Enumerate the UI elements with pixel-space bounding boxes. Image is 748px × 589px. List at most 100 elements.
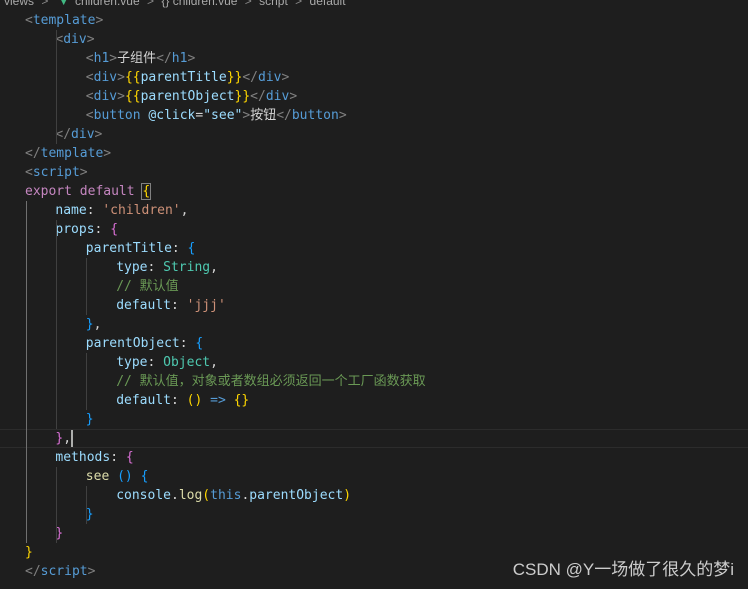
code-line[interactable]: see () {: [0, 467, 748, 486]
code-line[interactable]: }: [0, 410, 748, 429]
code-token: default: [79, 184, 135, 199]
code-line[interactable]: name: 'children',: [0, 201, 748, 220]
code-line[interactable]: <div>{{parentObject}}</div>: [0, 87, 748, 106]
code-line[interactable]: default: 'jjj': [0, 296, 748, 315]
code-token: default: [116, 393, 171, 408]
code-line[interactable]: type: Object,: [0, 353, 748, 372]
code-line[interactable]: <h1>子组件</h1>: [0, 49, 748, 68]
code-editor[interactable]: <template> <div> <h1>子组件</h1> <div>{{parent…: [0, 10, 748, 589]
code-token: }}: [226, 70, 243, 85]
code-token: >: [87, 564, 96, 579]
code-token: button: [291, 108, 339, 123]
code-token: >: [109, 51, 118, 66]
code-token: parentTitle: [140, 70, 227, 85]
code-token: // 默认值，对象或者数组必须返回一个工厂函数获取: [116, 374, 426, 389]
code-token: type: [116, 355, 148, 370]
code-line[interactable]: <button @click="see">按钮</button>: [0, 106, 748, 125]
code-line[interactable]: <script>: [0, 163, 748, 182]
breadcrumb-item-component[interactable]: {} children.vue: [161, 0, 237, 8]
code-token: =>: [210, 393, 226, 408]
code-token: {: [187, 241, 196, 256]
breadcrumb-item-file[interactable]: children.vue: [75, 0, 140, 8]
code-line[interactable]: console.log(this.parentObject): [0, 486, 748, 505]
code-token: {: [125, 450, 134, 465]
code-token: name: [55, 203, 87, 218]
code-token: (): [117, 469, 133, 484]
code-token: </: [25, 564, 41, 579]
code-line[interactable]: <template>: [0, 11, 748, 30]
code-token: type: [116, 260, 148, 275]
code-line[interactable]: default: () => {}: [0, 391, 748, 410]
code-token: ,: [210, 355, 218, 370]
code-token: ,: [210, 260, 218, 275]
code-token: h1: [171, 51, 188, 66]
code-token: :: [94, 222, 111, 237]
code-token: :: [147, 260, 164, 275]
code-line[interactable]: },: [0, 429, 748, 448]
code-token: >: [86, 32, 95, 47]
code-token: {{: [124, 70, 141, 85]
code-token: >: [338, 108, 347, 123]
code-line[interactable]: parentObject: {: [0, 334, 748, 353]
code-token: parentObject: [249, 488, 344, 503]
code-token: :: [170, 393, 187, 408]
code-line[interactable]: parentTitle: {: [0, 239, 748, 258]
code-token: :: [86, 203, 103, 218]
code-line[interactable]: }: [0, 505, 748, 524]
code-line[interactable]: // 默认值: [0, 277, 748, 296]
code-token: :: [171, 241, 188, 256]
code-token: :: [170, 298, 187, 313]
code-line[interactable]: export default {: [0, 182, 748, 201]
code-line[interactable]: props: {: [0, 220, 748, 239]
code-line[interactable]: <div>: [0, 30, 748, 49]
code-token: "see": [203, 108, 243, 123]
code-token: parentTitle: [85, 241, 172, 256]
code-token: export: [25, 184, 72, 199]
breadcrumb-separator: >: [295, 0, 303, 8]
breadcrumb-separator: >: [244, 0, 252, 8]
code-token: console: [116, 488, 171, 503]
code-token: (: [202, 488, 211, 503]
code-token: >: [79, 165, 88, 180]
code-token: button: [93, 108, 141, 123]
code-token: >: [289, 89, 298, 104]
code-token: }: [25, 545, 33, 560]
code-token: >: [117, 70, 125, 85]
code-token: </: [55, 127, 72, 142]
watermark: CSDN @Y一场做了很久的梦i: [512, 560, 734, 579]
code-line[interactable]: },: [0, 315, 748, 334]
code-token: {}: [233, 393, 250, 408]
code-token: }}: [234, 89, 251, 104]
code-line[interactable]: methods: {: [0, 448, 748, 467]
code-token: <: [85, 108, 94, 123]
code-token: script: [40, 564, 88, 579]
code-line[interactable]: </div>: [0, 125, 748, 144]
code-line[interactable]: // 默认值，对象或者数组必须返回一个工厂函数获取: [0, 372, 748, 391]
code-token: div: [265, 89, 290, 104]
code-line[interactable]: </template>: [0, 144, 748, 163]
code-token: }: [85, 317, 94, 332]
code-token: String: [163, 260, 211, 275]
code-token: div: [93, 89, 118, 104]
code-token: 'children': [102, 203, 181, 218]
code-line[interactable]: type: String,: [0, 258, 748, 277]
breadcrumb-item-script[interactable]: script: [259, 0, 288, 8]
breadcrumb-item-views[interactable]: views: [4, 0, 34, 8]
code-token: this: [210, 488, 242, 503]
code-token: see: [85, 469, 110, 484]
text-cursor: [70, 430, 73, 447]
code-token: log: [178, 488, 203, 503]
code-token: :: [179, 336, 196, 351]
code-token: parentObject: [140, 89, 235, 104]
breadcrumb: views > ▼ children.vue > {} children.vue…: [0, 0, 748, 8]
code-line[interactable]: <div>{{parentTitle}}</div>: [0, 68, 748, 87]
breadcrumb-item-default[interactable]: default: [310, 0, 346, 8]
code-token: script: [32, 165, 80, 180]
code-line[interactable]: }: [0, 524, 748, 543]
code-token: ,: [180, 203, 189, 218]
